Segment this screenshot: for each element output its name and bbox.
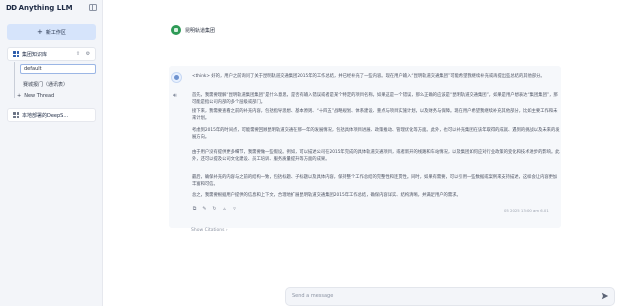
thread-item[interactable]: 赛城报门（通讯表） [20, 79, 96, 89]
assistant-avatar [171, 72, 182, 83]
plus-icon: + [37, 27, 43, 36]
chat-title: 昆明轨道集团 [185, 27, 216, 34]
chat-panel: 昆明轨道集团 🔊︎ <think> 好的，用户之前询问了关于昆明轨道交通集团20… [104, 0, 640, 306]
new-workspace-button[interactable]: + 新工作区 [7, 24, 96, 40]
message-paragraph: <think> 好的，用户之前询问了关于昆明轨道交通集团2015年的工作总结，并… [192, 74, 545, 79]
message-composer [285, 287, 615, 306]
new-workspace-label: 新工作区 [45, 29, 66, 36]
show-citations-label: Show Citations [191, 228, 225, 233]
user-avatar [171, 25, 181, 35]
thread-label: default [24, 66, 42, 72]
edit-icon[interactable]: ✎ [202, 207, 207, 212]
upload-icon[interactable]: ⇪ [75, 51, 81, 57]
send-icon[interactable] [601, 292, 609, 300]
chevron-right-icon: › [225, 228, 228, 233]
thread-item-default[interactable]: default [20, 64, 96, 74]
new-thread-label: New Thread [24, 93, 55, 99]
workspace-item-deepseek[interactable]: 本地部署的DeepS... [7, 108, 96, 122]
thread-label: 赛城报门（通讯表） [23, 81, 69, 88]
workspace-grid-icon [13, 51, 19, 57]
message-paragraph: 最后，确保补充的内容与之前的结构一致，包括标题、子标题以及具体内容，保持整个工作… [192, 175, 558, 187]
show-citations-link[interactable]: Show Citations › [191, 228, 228, 233]
brand-logo: DD [6, 4, 17, 12]
message-input[interactable] [292, 291, 582, 301]
assistant-message [169, 66, 561, 228]
copy-icon[interactable]: ⧉ [192, 207, 197, 212]
workspace-label: 本地部署的DeepS... [22, 112, 69, 119]
message-paragraph: 考虑到2015年的时间点，可能需要回顾昆明轨道交通在那一年的发展情况，包括具体项… [192, 128, 560, 140]
message-paragraph: 总之，我需要根据用户提供的信息和上下文，合理地扩展昆明轨道交通集团2015年工作… [192, 193, 461, 198]
plus-icon: + [17, 93, 22, 99]
brand: DD Anything LLM [6, 3, 73, 13]
thumbs-down-icon[interactable]: ▿ [232, 207, 237, 212]
workspace-grid-icon [13, 112, 19, 118]
message-paragraph: 首先，我需要理解“昆明轨道集团集团”是什么意思，是否有输入错误或者是某个特定的项… [192, 93, 558, 105]
workspace-label: 集团知识库 [22, 51, 48, 58]
message-paragraph: 接下来，我需要查看之前的补充内容，包括指导思想、基本原则、“十四五”战略规划、体… [192, 109, 558, 121]
sidebar-toggle-icon[interactable] [89, 4, 97, 11]
chat-header: 昆明轨道集团 [171, 25, 215, 35]
sidebar: DD Anything LLM + 新工作区 集团知识库 ⇪ ⚙ default… [0, 0, 103, 306]
regenerate-icon[interactable]: ↻ [212, 207, 217, 212]
message-actions: ⧉ ✎ ↻ ▵ ▿ [192, 207, 237, 212]
message-timestamp: 05 2025 13:00 am 6.01 [504, 208, 549, 213]
workspace-item-knowledge[interactable]: 集团知识库 ⇪ ⚙ [7, 47, 96, 61]
message-paragraph: 由于用户没有提供更多细节，我需要做一些假设。例如，可以描述公司在2015年完成的… [192, 150, 560, 162]
thread-connector [14, 62, 15, 98]
app-name: Anything LLM [18, 4, 73, 12]
gear-icon[interactable]: ⚙ [85, 51, 91, 57]
thumbs-up-icon[interactable]: ▵ [222, 207, 227, 212]
speaker-icon[interactable]: 🔊︎ [173, 92, 177, 100]
new-thread-button[interactable]: + New Thread [17, 93, 54, 99]
